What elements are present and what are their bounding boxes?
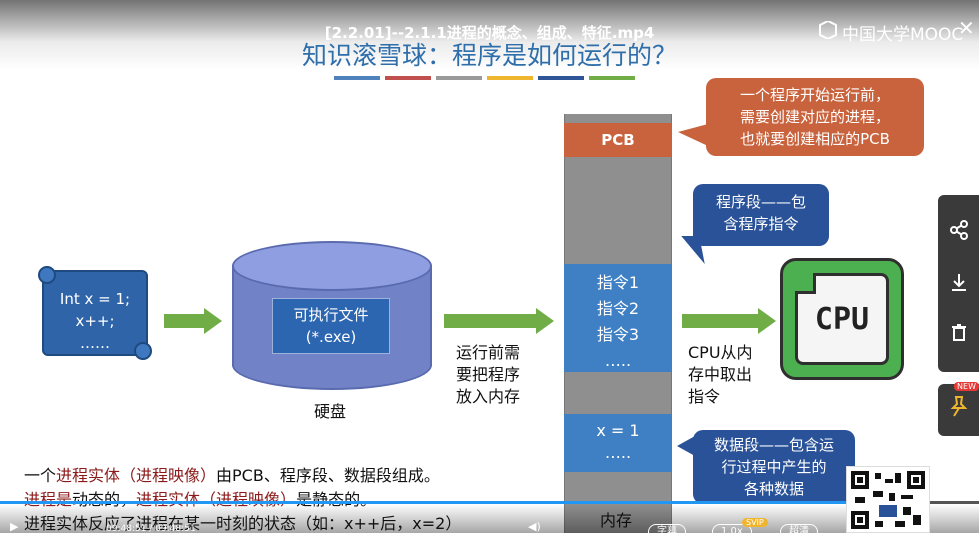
code-line: Int x = 1; (59, 290, 131, 308)
data-segment-block: x = 1 ….. (564, 414, 672, 472)
callout-line: 各种数据 (743, 480, 804, 498)
load-caption-line: 放入内存 (456, 387, 521, 406)
pcb-block: PCB (564, 123, 672, 157)
summary-text: 由PCB、程序段、数据段组成。 (216, 466, 440, 485)
load-caption-line: 要把程序 (456, 365, 521, 384)
callout-line: 一个程序开始运行前， (739, 86, 890, 104)
load-caption-line: 运行前需 (456, 343, 521, 362)
fetch-caption-line: CPU从内 (688, 343, 753, 362)
source-code-scroll: Int x = 1; x++; …… (38, 266, 152, 360)
flow-arrow-compile (164, 308, 222, 334)
title-stripe (385, 76, 431, 80)
share-icon[interactable] (938, 213, 979, 253)
summary-line-3: 进程实体反应了进程在某一时刻的状态（如：x++后，x=2） (24, 514, 462, 533)
code-line: …… (80, 334, 110, 352)
callout-program-segment: 程序段——包 含程序指令 (681, 184, 829, 264)
side-action-panel (938, 195, 979, 372)
callout-line: 程序段——包 (715, 193, 806, 211)
instruction-line: 指令3 (596, 325, 640, 344)
summary-highlight: 进程实体（进程映像） (56, 466, 217, 485)
load-caption: 运行前需 要把程序 放入内存 (456, 342, 520, 408)
delete-icon[interactable] (938, 315, 979, 355)
callout-line: 也就要创建相应的PCB (740, 130, 890, 148)
callout-line: 含程序指令 (723, 215, 799, 233)
instruction-line: 指令1 (596, 273, 640, 292)
summary-line-1: 一个进程实体（进程映像）由PCB、程序段、数据段组成。 (24, 462, 440, 486)
data-line: x = 1 (596, 421, 640, 440)
subtitle-button[interactable]: 字幕 (648, 524, 686, 540)
title-stripe (538, 76, 584, 80)
callout-pcb: 一个程序开始运行前， 需要创建对应的进程， 也就要创建相应的PCB (678, 78, 924, 156)
cpu-chip-icon: CPU (780, 258, 904, 380)
executable-file-box: 可执行文件 (*.exe) (272, 298, 390, 354)
data-line: ….. (604, 443, 632, 462)
fetch-caption-line: 指令 (688, 387, 721, 406)
title-stripe (334, 76, 380, 80)
download-icon[interactable] (938, 265, 979, 305)
cpu-label: CPU (814, 301, 870, 337)
title-stripe (436, 76, 482, 80)
callout-line: 数据段——包含运 (713, 436, 834, 454)
svip-badge: SVIP (742, 518, 768, 527)
disk-cylinder-top (232, 241, 432, 291)
volume-icon[interactable]: ◀) (528, 520, 541, 533)
exe-extension: (*.exe) (305, 328, 357, 346)
quality-button[interactable]: 超清 (780, 524, 818, 540)
title-stripe (589, 76, 635, 80)
fetch-caption: CPU从内 存中取出 指令 (688, 342, 753, 408)
instruction-line: ….. (604, 351, 632, 370)
code-line: x++; (75, 312, 115, 330)
mooc-logo-icon (818, 19, 838, 44)
program-segment-block: 指令1 指令2 指令3 ….. (564, 264, 672, 372)
pin-icon[interactable] (938, 390, 979, 430)
flow-arrow-fetch (682, 308, 776, 334)
flow-arrow-load (444, 308, 554, 334)
callout-line: 行过程中产生的 (721, 458, 827, 476)
mooc-logo-text: 中国大学MOOC (842, 25, 964, 45)
pin-panel[interactable]: NEW (938, 382, 979, 436)
fetch-caption-line: 存中取出 (688, 365, 753, 384)
mooc-logo: 中国大学MOOC (818, 19, 964, 45)
close-icon[interactable]: ✕ (958, 18, 975, 38)
callout-data-segment: 数据段——包含运 行过程中产生的 各种数据 (677, 430, 855, 504)
title-stripe (487, 76, 533, 80)
play-icon[interactable]: ▶ (10, 520, 18, 533)
qr-code (846, 466, 930, 533)
exe-label: 可执行文件 (293, 306, 369, 324)
disk-label: 硬盘 (313, 402, 346, 421)
instruction-line: 指令2 (596, 299, 640, 318)
callout-line: 需要创建对应的进程， (739, 108, 890, 126)
summary-text: 一个 (24, 466, 57, 485)
